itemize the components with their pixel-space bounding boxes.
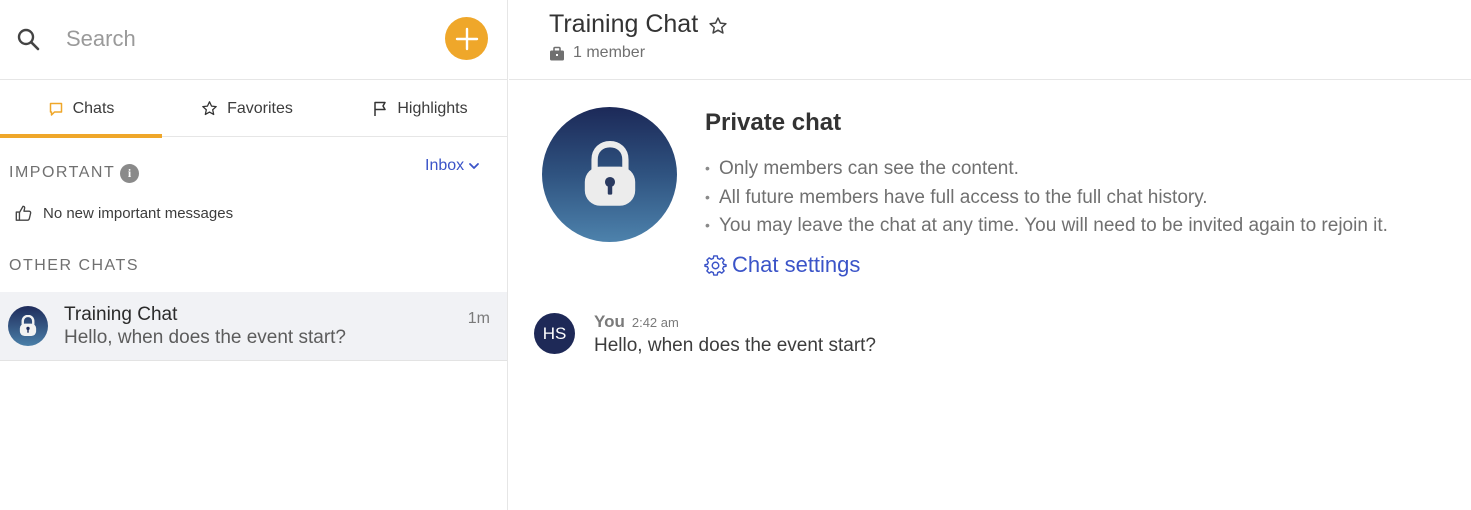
favorite-star-icon[interactable]	[708, 16, 728, 36]
no-important-text: No new important messages	[43, 204, 234, 222]
tab-chats-label: Chats	[72, 99, 115, 117]
search-input[interactable]	[66, 22, 426, 56]
search-bar	[0, 0, 508, 80]
other-chats-section-label: OTHER CHATS	[9, 257, 139, 274]
tab-highlights-label: Highlights	[397, 99, 468, 117]
rule-item: All future members have full access to t…	[705, 183, 1388, 212]
tab-chats[interactable]: Chats	[0, 80, 162, 138]
no-important-messages: No new important messages	[14, 204, 233, 222]
chat-tabs: Chats Favorites Highlights	[0, 80, 508, 138]
info-icon[interactable]: i	[120, 164, 139, 183]
message-text: Hello, when does the event start?	[594, 335, 877, 356]
chat-title: Training Chat	[549, 10, 699, 38]
chat-settings-label: Chat settings	[732, 252, 861, 277]
rule-item: Only members can see the content.	[705, 154, 1388, 183]
message-header: You 2:42 am	[594, 312, 679, 332]
flag-icon	[374, 101, 387, 116]
member-count-label: 1 member	[573, 44, 646, 61]
chat-list-item-preview: Hello, when does the event start?	[64, 327, 347, 348]
chat-bubble-icon	[49, 102, 62, 116]
chat-list-item-title: Training Chat	[64, 304, 178, 325]
briefcase-icon	[550, 46, 564, 60]
tab-favorites[interactable]: Favorites	[162, 80, 332, 137]
message-author[interactable]: You	[594, 312, 625, 332]
lock-icon	[584, 140, 635, 206]
important-section-label: IMPORTANT	[9, 164, 116, 181]
lock-icon	[19, 315, 37, 337]
private-chat-heading: Private chat	[705, 109, 842, 136]
private-chat-avatar	[542, 107, 677, 242]
star-icon	[202, 101, 217, 116]
gear-icon	[704, 254, 727, 276]
chevron-down-icon	[469, 163, 480, 169]
chat-list-item-time: 1m	[467, 310, 490, 327]
avatar[interactable]: HS	[534, 313, 575, 354]
new-chat-button[interactable]	[445, 17, 488, 60]
member-count[interactable]: 1 member	[549, 44, 645, 62]
chat-list-panel: Chats Favorites Highlights IMPORTANT i I…	[0, 0, 508, 510]
chat-avatar	[8, 306, 48, 346]
thumbs-up-icon	[15, 205, 32, 221]
plus-icon	[455, 27, 478, 50]
tab-highlights[interactable]: Highlights	[332, 80, 508, 137]
chat-settings-link[interactable]: Chat settings	[704, 252, 860, 278]
chat-list-item[interactable]: Training Chat Hello, when does the event…	[0, 292, 507, 361]
private-chat-rules: Only members can see the content. All fu…	[705, 154, 1388, 240]
tab-favorites-label: Favorites	[227, 99, 293, 117]
inbox-filter-dropdown[interactable]: Inbox	[425, 157, 480, 175]
search-icon[interactable]	[16, 27, 42, 53]
inbox-filter-label: Inbox	[425, 157, 465, 174]
chat-header: Training Chat 1 member	[509, 0, 1471, 80]
message-timestamp: 2:42 am	[631, 315, 679, 330]
rule-item: You may leave the chat at any time. You …	[705, 211, 1388, 240]
